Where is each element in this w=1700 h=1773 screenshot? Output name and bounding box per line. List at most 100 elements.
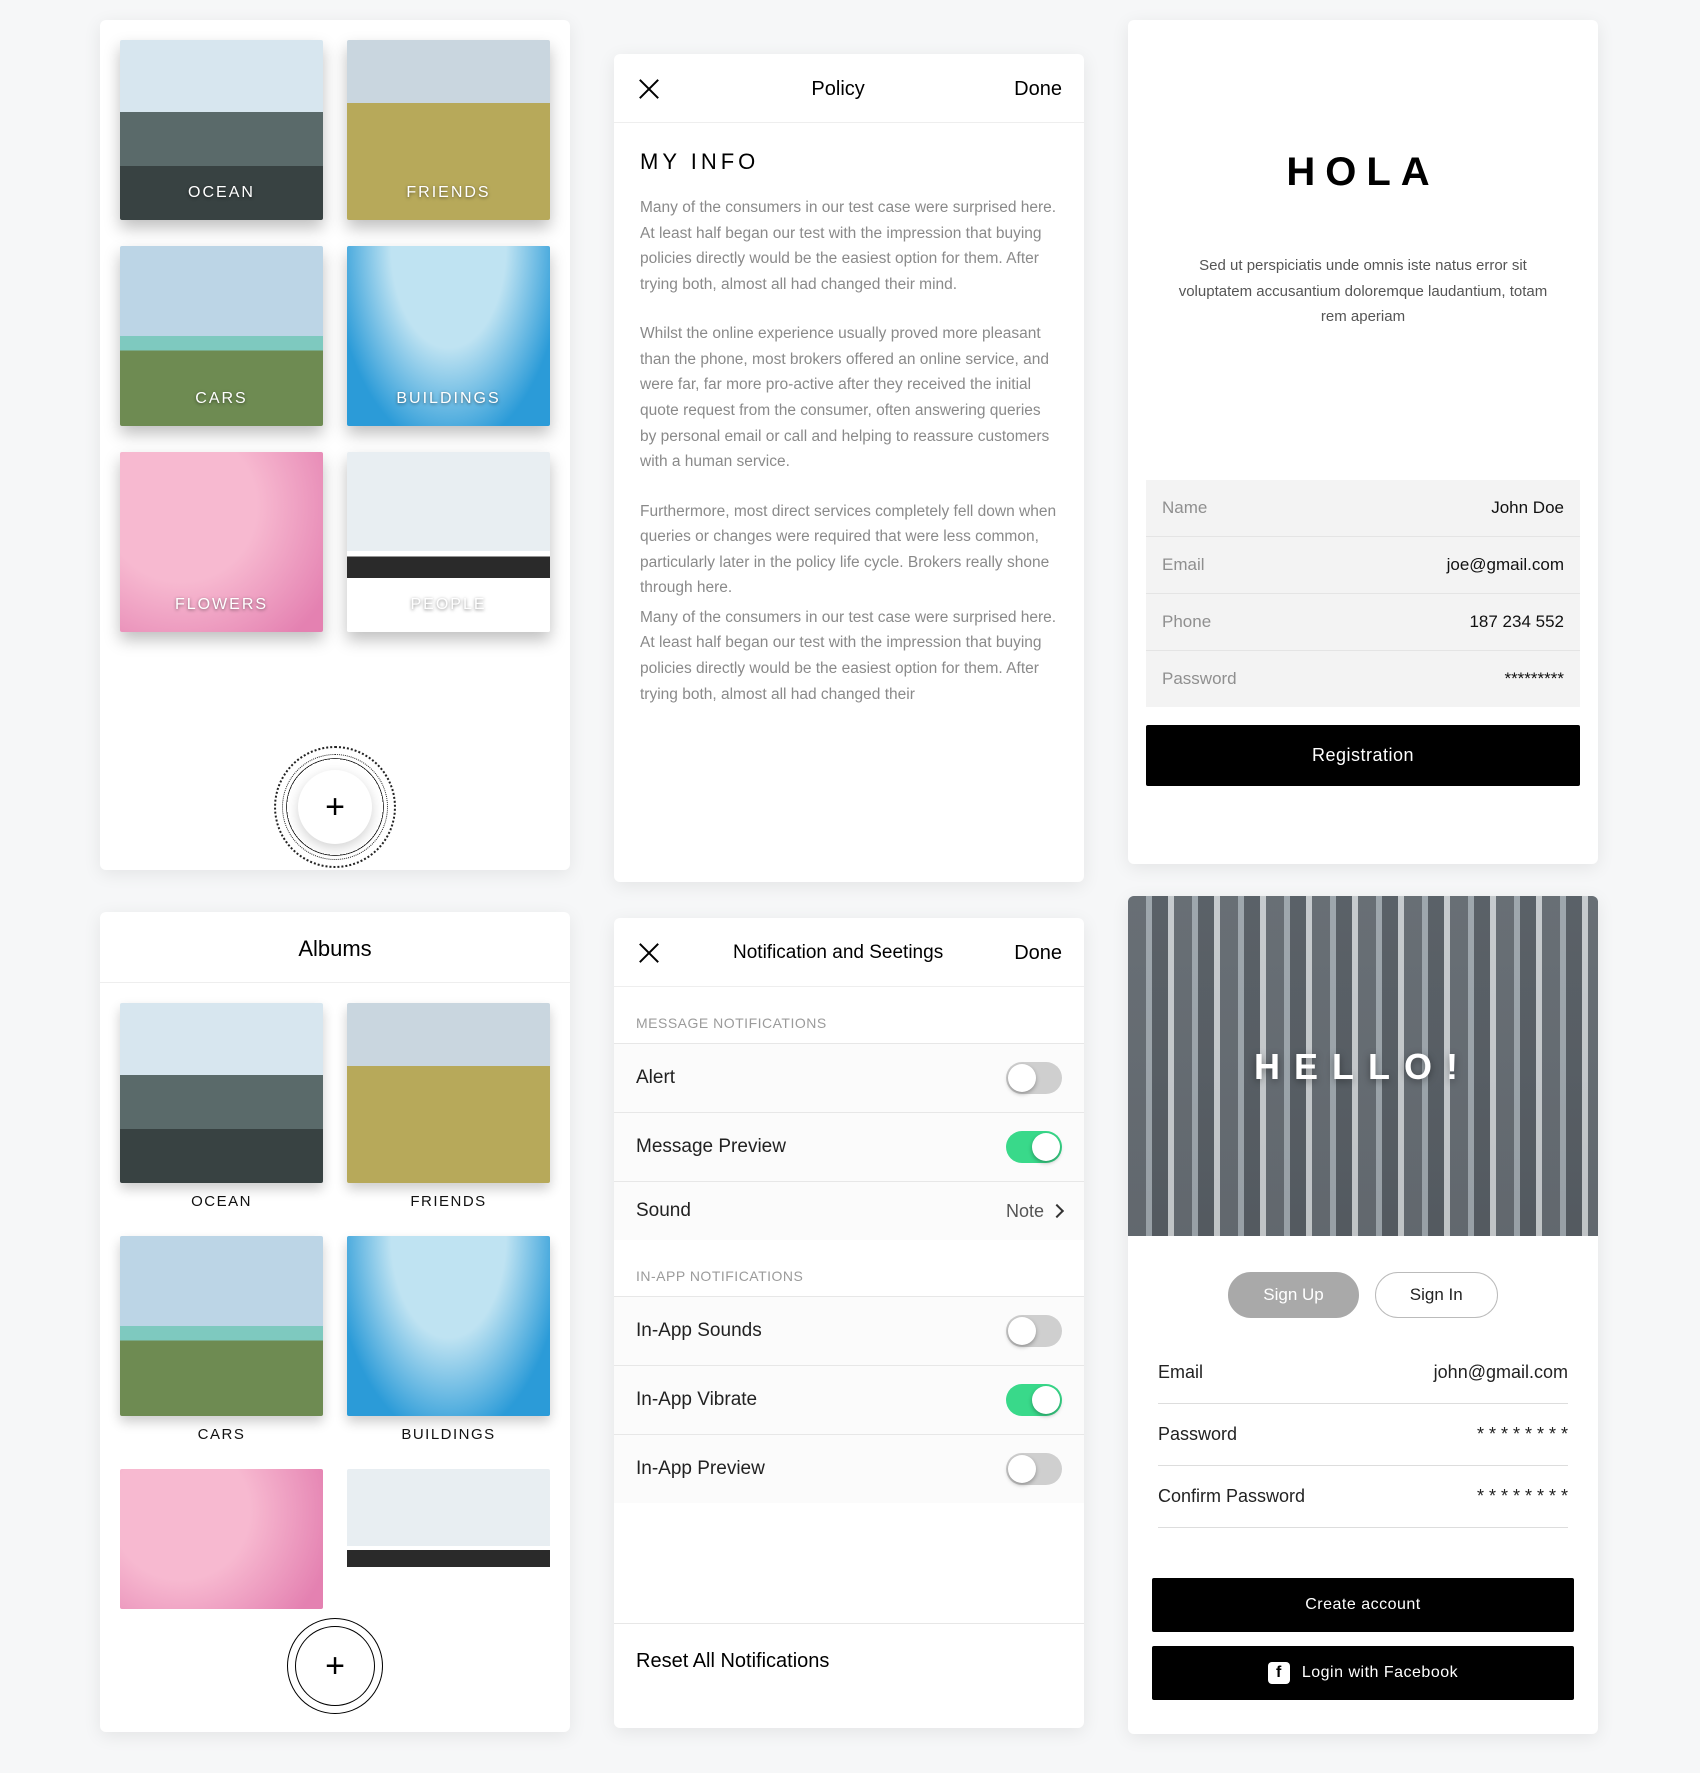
album-cell-cars[interactable]: CARS	[120, 246, 323, 426]
button-stack: Create account f Login with Facebook	[1152, 1578, 1574, 1700]
album-cell-flowers[interactable]	[120, 1469, 323, 1609]
field-label: Phone	[1162, 612, 1211, 632]
album-cell-ocean[interactable]: OCEAN	[120, 1003, 323, 1210]
tab-signup[interactable]: Sign Up	[1228, 1272, 1358, 1318]
setting-label: Alert	[636, 1067, 675, 1089]
album-thumb	[347, 1003, 550, 1183]
album-label: OCEAN	[120, 1193, 323, 1210]
album-cell-people[interactable]	[347, 1469, 550, 1609]
field-value: joe@gmail.com	[1447, 555, 1564, 575]
album-thumb	[347, 1236, 550, 1416]
setting-label: Sound	[636, 1200, 691, 1222]
fab-dotted-ring	[280, 752, 390, 862]
fab-ring-inner	[295, 1626, 375, 1706]
brand-subtitle: Sed ut perspiciatis unde omnis iste natu…	[1164, 253, 1562, 330]
toggle-alert[interactable]	[1006, 1062, 1062, 1094]
create-account-button[interactable]: Create account	[1152, 1578, 1574, 1632]
signup-form: Email john@gmail.com Password * * * * * …	[1158, 1342, 1568, 1528]
album-label: OCEAN	[120, 184, 323, 202]
album-cell-flowers[interactable]: FLOWERS	[120, 452, 323, 632]
field-value: 187 234 552	[1469, 612, 1564, 632]
album-cell-cars[interactable]: CARS	[120, 1236, 323, 1443]
hero-title: HELLO!	[1128, 1046, 1598, 1088]
field-label: Password	[1158, 1424, 1237, 1445]
field-confirm-password[interactable]: Confirm Password * * * * * * * *	[1158, 1466, 1568, 1528]
section-header-message: MESSAGE NOTIFICATIONS	[614, 987, 1084, 1043]
field-phone[interactable]: Phone 187 234 552	[1146, 594, 1580, 651]
tab-signin[interactable]: Sign In	[1375, 1272, 1498, 1318]
signup-card: HELLO! Sign Up Sign In Email john@gmail.…	[1128, 896, 1598, 1734]
auth-tabs: Sign Up Sign In	[1128, 1272, 1598, 1318]
brand-title: HOLA	[1128, 150, 1598, 195]
field-password[interactable]: Password *********	[1146, 651, 1580, 707]
album-label: FRIENDS	[347, 1193, 550, 1210]
page-title: Albums	[100, 912, 570, 983]
toggle-inapp-sounds[interactable]	[1006, 1315, 1062, 1347]
field-email[interactable]: Email john@gmail.com	[1158, 1342, 1568, 1404]
album-cell-people[interactable]: PEOPLE	[347, 452, 550, 632]
field-password[interactable]: Password * * * * * * * *	[1158, 1404, 1568, 1466]
policy-body: MY INFO Many of the consumers in our tes…	[614, 123, 1084, 707]
field-label: Password	[1162, 669, 1237, 689]
add-album-fab-wrap: +	[280, 752, 390, 862]
done-button[interactable]: Done	[1014, 942, 1062, 965]
field-name[interactable]: Name John Doe	[1146, 480, 1580, 537]
nav-title: Policy	[811, 78, 864, 101]
album-cell-friends[interactable]: FRIENDS	[347, 1003, 550, 1210]
close-icon[interactable]	[636, 76, 662, 102]
setting-label: In-App Preview	[636, 1458, 765, 1480]
field-label: Name	[1162, 498, 1207, 518]
field-label: Confirm Password	[1158, 1486, 1305, 1507]
field-value: *********	[1504, 669, 1564, 689]
chevron-right-icon	[1050, 1204, 1064, 1218]
policy-heading: MY INFO	[640, 149, 1058, 175]
album-grid: OCEAN FRIENDS CARS BUILDINGS FLOWERS PEO…	[100, 20, 570, 652]
settings-card: Notification and Seetings Done MESSAGE N…	[614, 918, 1084, 1728]
field-label: Email	[1158, 1362, 1203, 1383]
done-button[interactable]: Done	[1014, 78, 1062, 101]
albums-page-card: Albums OCEAN FRIENDS CARS BUILDINGS +	[100, 912, 570, 1732]
setting-sound[interactable]: Sound Note	[614, 1181, 1084, 1240]
registration-button[interactable]: Registration	[1146, 725, 1580, 786]
policy-paragraph: Many of the consumers in our test case w…	[640, 605, 1058, 707]
setting-alert: Alert	[614, 1043, 1084, 1112]
album-label: FRIENDS	[347, 184, 550, 202]
album-label: CARS	[120, 1426, 323, 1443]
album-cell-buildings[interactable]: BUILDINGS	[347, 1236, 550, 1443]
album-cell-friends[interactable]: FRIENDS	[347, 40, 550, 220]
album-label: FLOWERS	[120, 596, 323, 614]
close-icon[interactable]	[636, 940, 662, 966]
nav-title: Notification and Seetings	[733, 942, 943, 964]
album-label: PEOPLE	[347, 596, 550, 614]
setting-label: In-App Sounds	[636, 1320, 762, 1342]
registration-form: Name John Doe Email joe@gmail.com Phone …	[1146, 480, 1580, 707]
album-thumb	[347, 1469, 550, 1609]
field-value: John Doe	[1491, 498, 1564, 518]
field-label: Email	[1162, 555, 1205, 575]
field-value: * * * * * * * *	[1477, 1486, 1568, 1507]
field-email[interactable]: Email joe@gmail.com	[1146, 537, 1580, 594]
toggle-inapp-vibrate[interactable]	[1006, 1384, 1062, 1416]
setting-value-wrap: Note	[1006, 1201, 1062, 1222]
policy-card: Policy Done MY INFO Many of the consumer…	[614, 54, 1084, 882]
policy-paragraph: Many of the consumers in our test case w…	[640, 195, 1058, 297]
reset-notifications-button[interactable]: Reset All Notifications	[614, 1623, 1084, 1699]
toggle-inapp-preview[interactable]	[1006, 1453, 1062, 1485]
registration-card: HOLA Sed ut perspiciatis unde omnis iste…	[1128, 20, 1598, 864]
login-facebook-button[interactable]: f Login with Facebook	[1152, 1646, 1574, 1700]
policy-paragraph: Whilst the online experience usually pro…	[640, 321, 1058, 474]
policy-paragraph: Furthermore, most direct services comple…	[640, 499, 1058, 601]
album-overlay-card: OCEAN FRIENDS CARS BUILDINGS FLOWERS PEO…	[100, 20, 570, 870]
album-grid: OCEAN FRIENDS CARS BUILDINGS	[100, 983, 570, 1629]
nav-bar: Notification and Seetings Done	[614, 918, 1084, 987]
album-label: BUILDINGS	[347, 390, 550, 408]
album-thumb	[120, 1236, 323, 1416]
fb-button-label: Login with Facebook	[1302, 1664, 1458, 1682]
album-cell-buildings[interactable]: BUILDINGS	[347, 246, 550, 426]
setting-inapp-sounds: In-App Sounds	[614, 1296, 1084, 1365]
album-label: CARS	[120, 390, 323, 408]
album-cell-ocean[interactable]: OCEAN	[120, 40, 323, 220]
toggle-message-preview[interactable]	[1006, 1131, 1062, 1163]
setting-message-preview: Message Preview	[614, 1112, 1084, 1181]
album-thumb	[120, 1003, 323, 1183]
